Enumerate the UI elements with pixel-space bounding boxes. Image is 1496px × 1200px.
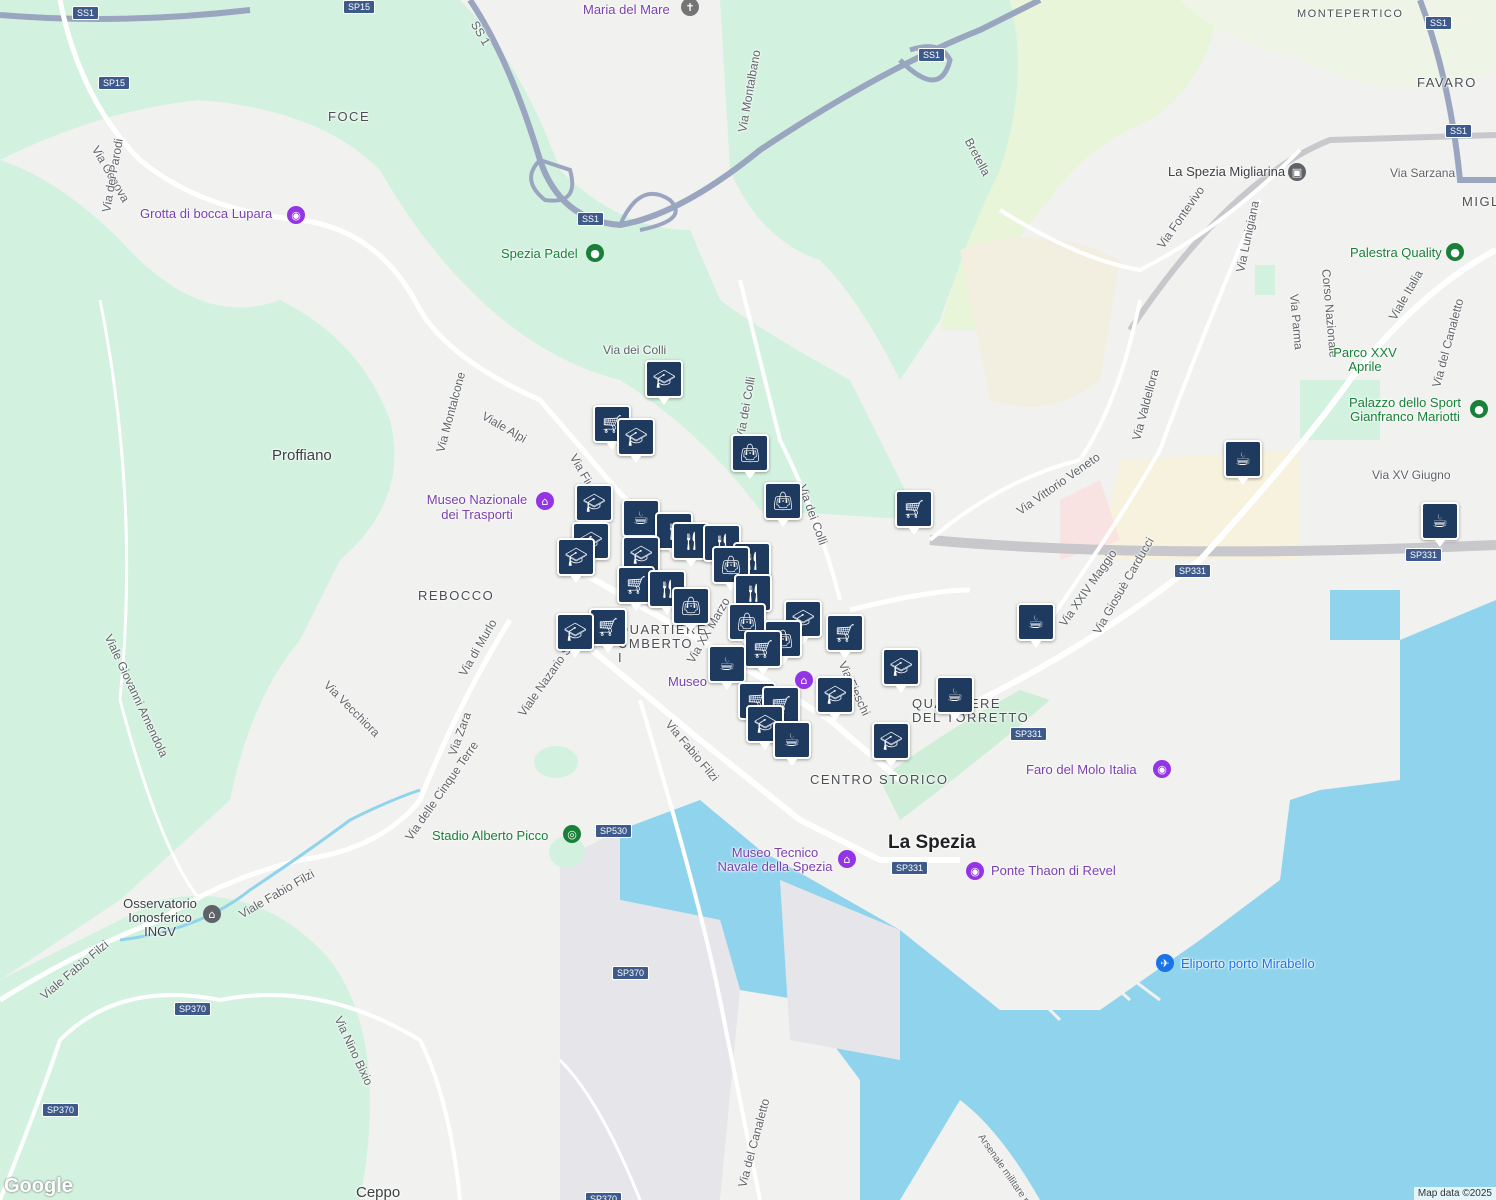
map-attribution[interactable]: Map data ©2025 <box>1413 1187 1496 1200</box>
school-icon[interactable]: 🎓︎ <box>882 648 920 693</box>
poi-label[interactable]: Museo Tecnico Navale della Spezia <box>712 846 838 874</box>
route-shield: SP331 <box>1405 548 1443 562</box>
district-label: REBOCCO <box>418 588 495 603</box>
route-shield: SP331 <box>1174 564 1212 578</box>
poi-label[interactable]: Spezia Padel <box>501 246 578 261</box>
road-label: Via dei Colli <box>603 343 667 357</box>
sport-icon[interactable]: ● <box>1470 400 1488 418</box>
poi-label[interactable]: Parco XXV Aprile <box>1325 346 1405 374</box>
route-shield: SP370 <box>585 1192 623 1200</box>
museum-icon[interactable]: ⌂ <box>536 492 554 510</box>
poi-label[interactable]: Maria del Mare <box>583 2 670 17</box>
institution-icon[interactable]: ⌂ <box>203 905 221 923</box>
coffee-icon[interactable]: ☕︎ <box>1421 502 1459 547</box>
route-shield: SP370 <box>612 966 650 980</box>
school-icon[interactable]: 🎓︎ <box>816 676 854 721</box>
coffee-icon[interactable]: ☕︎ <box>773 721 811 766</box>
coffee-icon[interactable]: ☕︎ <box>1017 603 1055 648</box>
poi-label[interactable]: Eliporto porto Mirabello <box>1181 956 1315 971</box>
city-label: La Spezia <box>888 832 976 853</box>
school-icon[interactable]: 🎓︎ <box>617 418 655 463</box>
train-station-icon[interactable]: ▣ <box>1288 163 1306 181</box>
museum-icon[interactable]: ⌂ <box>838 850 856 868</box>
google-logo: Google <box>4 1175 73 1197</box>
sport-icon[interactable]: ● <box>1446 243 1464 261</box>
route-shield: SS1 <box>72 6 100 20</box>
poi-label[interactable]: Grotta di bocca Lupara <box>140 206 272 221</box>
road-label: Via XV Giugno <box>1372 468 1451 482</box>
district-label: FAVARO <box>1417 75 1477 90</box>
route-shield: SP370 <box>42 1103 80 1117</box>
district-label: MONTEPERTICO <box>1297 8 1404 20</box>
stadium-icon[interactable]: ◎ <box>563 825 581 843</box>
poi-label[interactable]: Museo Nazionale dei Trasporti <box>422 492 532 522</box>
route-shield: SS1 <box>1445 124 1473 138</box>
route-shield: SS1 <box>577 212 605 226</box>
route-shield: SP331 <box>1010 727 1048 741</box>
coffee-icon[interactable]: ☕︎ <box>1224 440 1262 485</box>
camera-icon[interactable]: ◉ <box>1153 760 1171 778</box>
school-icon[interactable]: 🎓︎ <box>557 538 595 583</box>
route-shield: SS1 <box>1425 16 1453 30</box>
poi-label[interactable]: Osservatorio Ionosferico INGV <box>118 897 202 939</box>
school-icon[interactable]: 🎓︎ <box>575 484 613 529</box>
map-canvas[interactable]: FOCE REBOCCO MONTEPERTICO FAVARO MIGL QU… <box>0 0 1496 1200</box>
camera-icon[interactable]: ◉ <box>287 206 305 224</box>
camera-icon[interactable]: ◉ <box>966 862 984 880</box>
airplane-icon[interactable]: ✈ <box>1156 954 1174 972</box>
bag-icon[interactable]: 👜︎ <box>764 482 802 527</box>
cart-icon[interactable]: 🛒︎ <box>826 614 864 659</box>
poi-label[interactable]: Museo <box>668 674 707 689</box>
district-label: MIGL <box>1462 194 1496 209</box>
district-label: CENTRO STORICO <box>810 772 949 787</box>
poi-label[interactable]: Palestra Quality <box>1350 245 1442 260</box>
town-label: Ceppo <box>356 1184 401 1200</box>
coffee-icon[interactable]: ☕︎ <box>936 676 974 721</box>
poi-label[interactable]: Faro del Molo Italia <box>1026 762 1137 777</box>
poi-label[interactable]: Palazzo dello Sport Gianfranco Mariotti <box>1340 396 1470 424</box>
route-shield: SP370 <box>174 1002 212 1016</box>
town-label: Proffiano <box>272 447 332 464</box>
route-shield: SP15 <box>343 0 376 14</box>
cart-icon[interactable]: 🛒︎ <box>895 490 933 535</box>
cart-icon[interactable]: 🛒︎ <box>589 608 627 653</box>
school-icon[interactable]: 🎓︎ <box>872 722 910 767</box>
district-label: FOCE <box>328 109 371 124</box>
bag-icon[interactable]: 👜︎ <box>672 587 710 632</box>
sport-icon[interactable]: ● <box>586 244 604 262</box>
school-icon[interactable]: 🎓︎ <box>645 360 683 405</box>
coffee-icon[interactable]: ☕︎ <box>708 645 746 690</box>
cart-icon[interactable]: 🛒︎ <box>744 630 782 675</box>
school-icon[interactable]: 🎓︎ <box>556 613 594 658</box>
road-label: Via Sarzana <box>1390 166 1456 180</box>
poi-label[interactable]: Ponte Thaon di Revel <box>991 863 1116 878</box>
route-shield: SP15 <box>98 76 131 90</box>
route-shield: SP331 <box>891 861 929 875</box>
poi-label[interactable]: La Spezia Migliarina <box>1168 164 1285 179</box>
route-shield: SS1 <box>918 48 946 62</box>
poi-label[interactable]: Stadio Alberto Picco <box>432 828 548 843</box>
route-shield: SP530 <box>595 824 633 838</box>
bag-icon[interactable]: 👜︎ <box>731 434 769 479</box>
